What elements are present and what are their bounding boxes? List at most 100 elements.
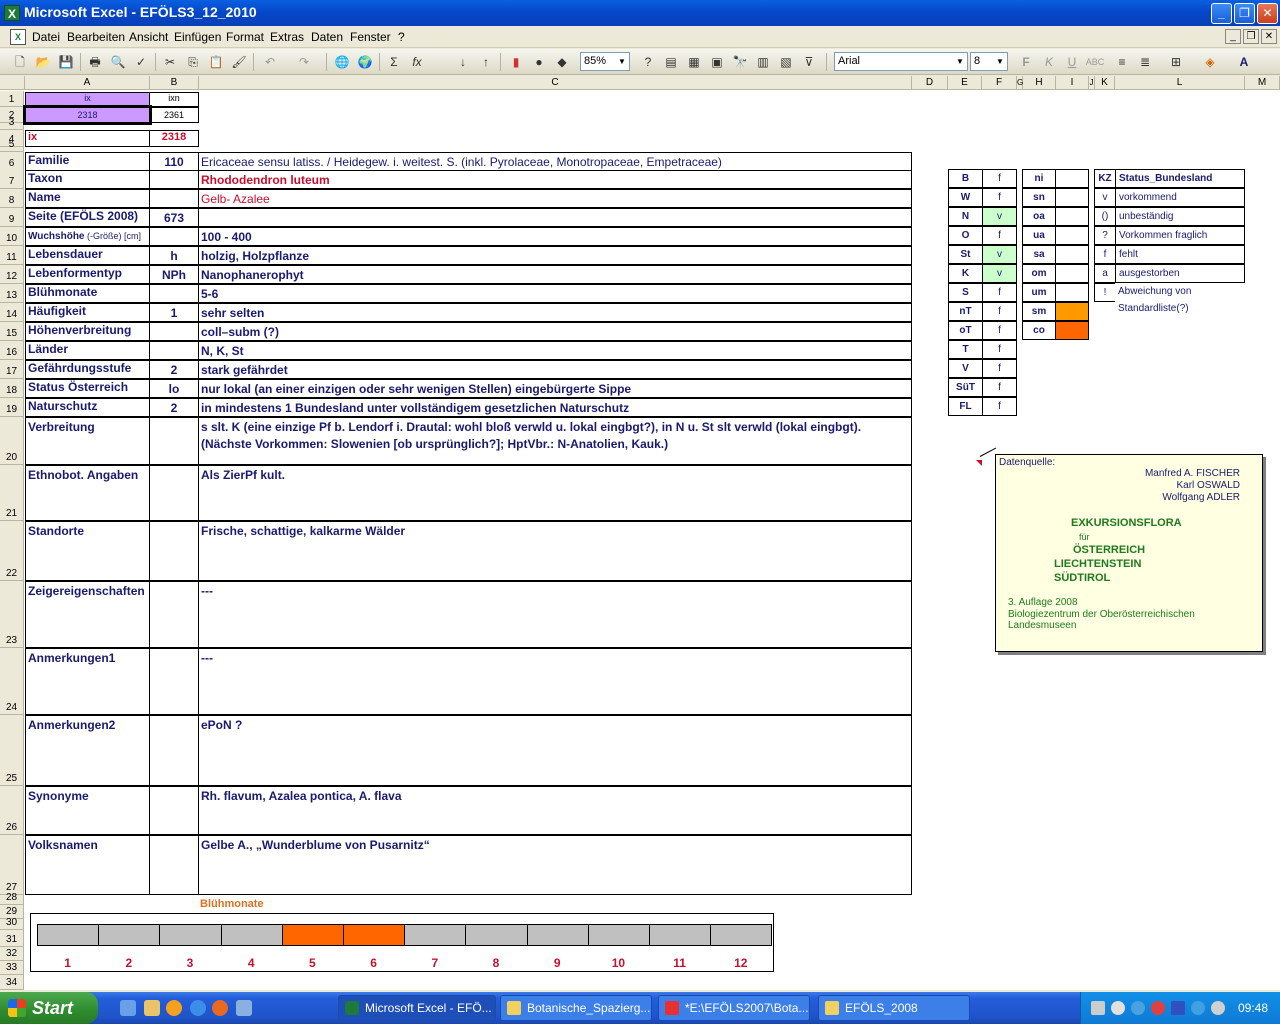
row-header[interactable]: 7 <box>0 170 24 189</box>
quicklaunch-ie-icon[interactable] <box>190 1000 206 1016</box>
row-header[interactable]: 26 <box>0 786 24 835</box>
field-code[interactable] <box>149 786 199 835</box>
chevron-down-icon[interactable]: ▼ <box>994 54 1006 69</box>
bold-icon[interactable]: F <box>1016 52 1036 72</box>
field-label[interactable]: Name <box>25 189 150 208</box>
fill-color-icon[interactable]: ◈ <box>1200 52 1220 72</box>
bundesland-status[interactable]: f <box>982 378 1017 397</box>
field-label[interactable]: Blühmonate <box>25 284 150 303</box>
menu-help[interactable]: ? <box>398 30 405 44</box>
bundesland-status[interactable]: f <box>982 283 1017 302</box>
task-folder-efoels[interactable]: EFÖLS_2008 <box>818 995 970 1021</box>
legend-kz[interactable]: a <box>1094 264 1116 283</box>
row-header[interactable]: 10 <box>0 227 24 246</box>
find-icon[interactable]: 🔭 <box>730 52 750 72</box>
row-header[interactable]: 30 <box>0 917 24 930</box>
legend-text[interactable]: Abweichung von Standardliste(?) <box>1115 283 1245 314</box>
row-header[interactable]: 16 <box>0 341 24 360</box>
row-header[interactable]: 33 <box>0 961 24 975</box>
menu-fenster[interactable]: Fenster <box>350 30 391 44</box>
bundesland-code[interactable]: T <box>948 340 983 359</box>
field-label[interactable]: Volksnamen <box>25 835 150 895</box>
field-value[interactable]: Ericaceae sensu latiss. / Heidegew. i. w… <box>198 152 912 171</box>
hoehenstufe-code[interactable]: sa <box>1022 245 1056 264</box>
copy-icon[interactable]: ⎘ <box>183 52 203 72</box>
field-value[interactable]: Gelb- Azalee <box>198 189 912 208</box>
field-code[interactable]: 673 <box>149 208 199 227</box>
field-code[interactable]: 1 <box>149 303 199 322</box>
bundesland-status[interactable]: f <box>982 169 1017 188</box>
hoehenstufe-marker[interactable] <box>1055 207 1089 226</box>
volume-icon[interactable] <box>1211 1001 1225 1015</box>
field-code[interactable]: 2 <box>149 398 199 417</box>
field-code[interactable] <box>149 648 199 715</box>
row-header[interactable]: 34 <box>0 975 24 990</box>
cell-b4[interactable]: 2318 <box>149 130 199 147</box>
field-value[interactable]: Nanophanerophyt <box>198 265 912 284</box>
field-code[interactable] <box>149 521 199 581</box>
maximize-button[interactable]: ❐ <box>1234 3 1255 24</box>
field-code[interactable] <box>149 227 199 246</box>
field-value[interactable]: Frische, schattige, kalkarme Wälder <box>198 521 912 581</box>
quicklaunch-desktop-icon[interactable] <box>120 1000 136 1016</box>
field-value[interactable]: in mindestens 1 Bundesland unter vollstä… <box>198 398 912 417</box>
hoehenstufe-marker[interactable] <box>1055 169 1089 188</box>
task-editor[interactable]: *E:\EFÖLS2007\Bota... <box>658 995 810 1021</box>
bundesland-code[interactable]: nT <box>948 302 983 321</box>
col-header-m[interactable]: M <box>1245 76 1280 90</box>
cell-a4[interactable]: ix <box>25 130 150 147</box>
field-label[interactable]: Wuchshöhe (-Größe) [cm] <box>25 227 150 246</box>
col-header-l[interactable]: L <box>1115 76 1245 90</box>
search-icon[interactable] <box>1111 1001 1125 1015</box>
spelling-icon[interactable]: ✓ <box>131 52 151 72</box>
bundesland-status[interactable]: v <box>982 245 1017 264</box>
legend-kz[interactable]: ? <box>1094 226 1116 245</box>
menu-einfuegen[interactable]: Einfügen <box>174 30 221 44</box>
row-header[interactable]: 21 <box>0 465 24 521</box>
row-header[interactable]: 1 <box>0 91 24 107</box>
row-header[interactable]: 3 <box>0 117 24 130</box>
open-icon[interactable]: 📂 <box>33 52 53 72</box>
bundesland-status[interactable]: f <box>982 226 1017 245</box>
legend-text[interactable]: unbeständig <box>1115 207 1245 226</box>
chart-wizard-icon[interactable]: ▮ <box>506 52 526 72</box>
field-code[interactable]: lo <box>149 379 199 398</box>
field-label[interactable]: Länder <box>25 341 150 360</box>
toolbar-icon-4[interactable]: ▧ <box>776 52 796 72</box>
col-header-b[interactable]: B <box>150 76 199 90</box>
drawing-icon[interactable]: ◆ <box>552 52 572 72</box>
legend-text[interactable]: ausgestorben <box>1115 264 1245 283</box>
toolbar-icon-2[interactable]: ▦ <box>684 52 704 72</box>
row-header[interactable]: 15 <box>0 322 24 341</box>
map-icon[interactable]: ● <box>529 52 549 72</box>
field-label[interactable]: Lebensdauer <box>25 246 150 265</box>
field-code[interactable] <box>149 341 199 360</box>
bundesland-status[interactable]: f <box>982 302 1017 321</box>
shield-icon[interactable] <box>1171 1001 1185 1015</box>
close-button[interactable]: ✕ <box>1257 3 1278 24</box>
field-code[interactable]: 2 <box>149 360 199 379</box>
legend-header-kz[interactable]: KZ <box>1094 169 1116 188</box>
row-header[interactable]: 14 <box>0 303 24 322</box>
network-icon[interactable] <box>1091 1001 1105 1015</box>
sort-asc-icon[interactable]: ↓ <box>453 52 473 72</box>
print-icon[interactable]: 🖶 <box>85 52 105 72</box>
comment-indicator-icon[interactable] <box>976 460 982 466</box>
row-header[interactable]: 13 <box>0 284 24 303</box>
field-label[interactable]: Höhenverbreitung <box>25 322 150 341</box>
autosum-icon[interactable]: Σ <box>384 52 404 72</box>
field-value[interactable]: N, K, St <box>198 341 912 360</box>
chevron-down-icon[interactable]: ▼ <box>954 54 966 69</box>
field-label[interactable]: Verbreitung <box>25 417 150 465</box>
bundesland-status[interactable]: f <box>982 321 1017 340</box>
legend-kz[interactable]: ! <box>1094 283 1116 302</box>
cell-a2-selected[interactable]: 2318 <box>23 105 152 125</box>
col-header-c[interactable]: C <box>199 76 912 90</box>
row-header[interactable]: 12 <box>0 265 24 284</box>
field-code[interactable] <box>149 715 199 786</box>
row-header[interactable]: 31 <box>0 930 24 947</box>
row-header[interactable]: 24 <box>0 648 24 715</box>
row-header[interactable]: 11 <box>0 246 24 265</box>
col-header-h[interactable]: H <box>1023 76 1056 90</box>
field-label[interactable]: Anmerkungen2 <box>25 715 150 786</box>
